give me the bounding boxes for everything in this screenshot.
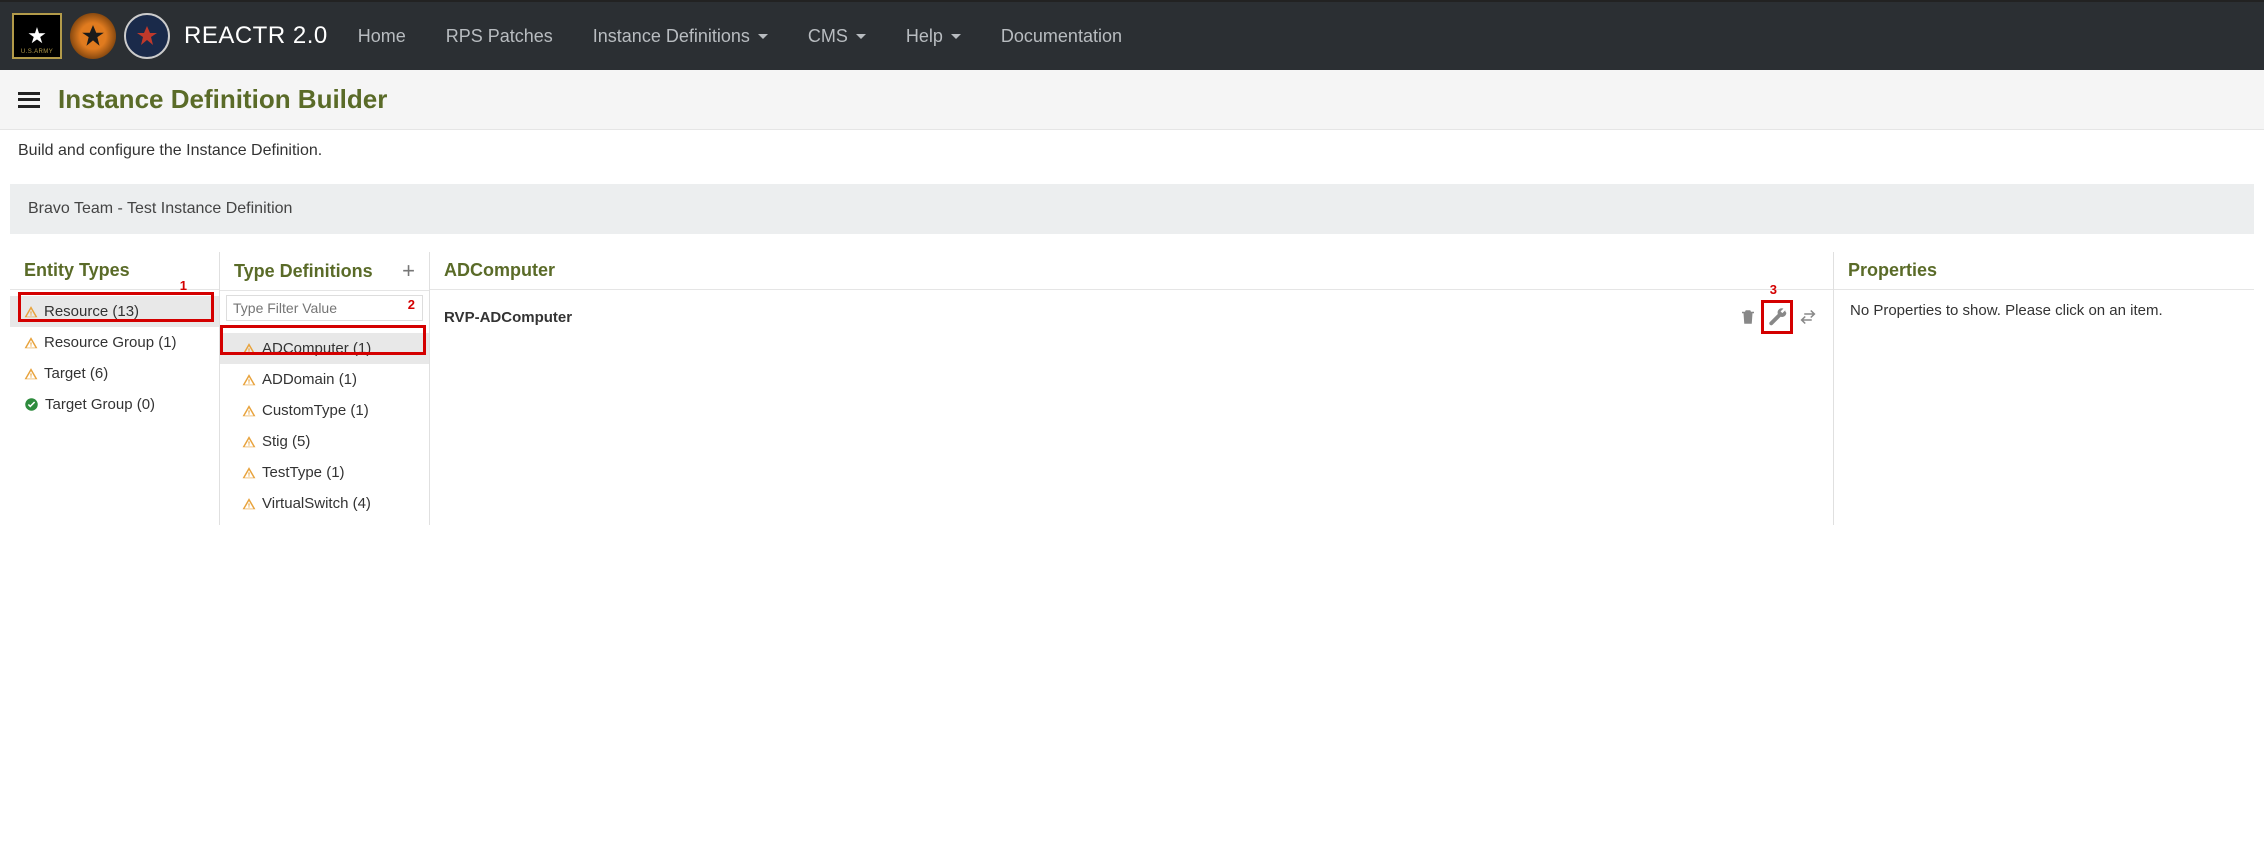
warning-icon — [242, 497, 256, 511]
builder-columns: Entity Types 1 Resource (13) Resource Gr… — [10, 252, 2254, 525]
add-type-definition-button[interactable]: + — [402, 260, 415, 282]
typedef-item-label: ADComputer (1) — [262, 340, 371, 357]
detail-actions: 3 — [1737, 306, 1819, 328]
typedef-item-addomain[interactable]: ADDomain (1) — [220, 364, 429, 395]
entity-item-resource-group[interactable]: Resource Group (1) — [10, 327, 219, 358]
brand-title: REACTR 2.0 — [184, 22, 328, 50]
warning-icon — [24, 367, 38, 381]
nav-links: Home RPS Patches Instance Definitions CM… — [358, 26, 1122, 47]
typedef-item-label: TestType (1) — [262, 464, 345, 481]
entity-item-target[interactable]: Target (6) — [10, 358, 219, 389]
typedef-item-testtype[interactable]: TestType (1) — [220, 457, 429, 488]
type-definitions-list: ADComputer (1) ADDomain (1) CustomType (… — [220, 327, 429, 525]
configure-button[interactable] — [1767, 306, 1789, 328]
properties-header: Properties — [1834, 252, 2254, 290]
nav-cms[interactable]: CMS — [808, 26, 866, 47]
annotation-3: 3 — [1770, 282, 1777, 297]
annotation-1: 1 — [180, 278, 187, 293]
page-description: Build and configure the Instance Definit… — [0, 130, 2264, 172]
warning-icon — [24, 336, 38, 350]
trash-icon — [1739, 308, 1757, 326]
entity-types-panel: Entity Types 1 Resource (13) Resource Gr… — [10, 252, 220, 525]
nav-help[interactable]: Help — [906, 26, 961, 47]
delete-button[interactable] — [1737, 306, 1759, 328]
typedef-item-label: Stig (5) — [262, 433, 310, 450]
detail-row-name: RVP-ADComputer — [444, 309, 572, 326]
tertiary-logo — [124, 13, 170, 59]
swap-icon — [1799, 308, 1817, 326]
typedef-item-label: ADDomain (1) — [262, 371, 357, 388]
swap-button[interactable] — [1797, 306, 1819, 328]
typedef-item-adcomputer[interactable]: ADComputer (1) — [220, 333, 429, 364]
navbar: ★U.S.ARMY REACTR 2.0 Home RPS Patches In… — [0, 0, 2264, 70]
warning-icon — [24, 305, 38, 319]
entity-item-target-group[interactable]: Target Group (0) — [10, 389, 219, 420]
detail-header: ADComputer — [430, 252, 1833, 290]
typedef-item-label: CustomType (1) — [262, 402, 369, 419]
entity-item-label: Target Group (0) — [45, 396, 155, 413]
typedef-item-virtualswitch[interactable]: VirtualSwitch (4) — [220, 488, 429, 519]
warning-icon — [242, 373, 256, 387]
army-logo: ★U.S.ARMY — [12, 13, 62, 59]
warning-icon — [242, 466, 256, 480]
properties-empty-message: No Properties to show. Please click on a… — [1834, 290, 2254, 331]
entity-item-label: Resource (13) — [44, 303, 139, 320]
annotation-2: 2 — [408, 297, 415, 312]
type-definitions-header: Type Definitions + — [220, 252, 429, 291]
entity-item-resource[interactable]: Resource (13) — [10, 296, 219, 327]
type-filter-input[interactable] — [226, 295, 423, 321]
typedef-item-customtype[interactable]: CustomType (1) — [220, 395, 429, 426]
nav-instance-definitions[interactable]: Instance Definitions — [593, 26, 768, 47]
entity-item-label: Target (6) — [44, 365, 108, 382]
warning-icon — [242, 404, 256, 418]
breadcrumb: Bravo Team - Test Instance Definition — [10, 184, 2254, 234]
detail-body: RVP-ADComputer 3 — [430, 290, 1833, 344]
secondary-logo — [70, 13, 116, 59]
type-definitions-title: Type Definitions — [234, 261, 373, 282]
wrench-icon — [1768, 307, 1788, 327]
page-title: Instance Definition Builder — [58, 84, 387, 115]
detail-row: RVP-ADComputer 3 — [444, 300, 1819, 334]
type-definitions-panel: Type Definitions + 2 ADComputer (1) ADDo… — [220, 252, 430, 525]
properties-panel: Properties No Properties to show. Please… — [1834, 252, 2254, 525]
properties-title: Properties — [1848, 260, 1937, 281]
nav-rps[interactable]: RPS Patches — [446, 26, 553, 47]
entity-types-header: Entity Types — [10, 252, 219, 290]
entity-types-list: 1 Resource (13) Resource Group (1) Targe… — [10, 290, 219, 426]
subheader: Instance Definition Builder — [0, 70, 2264, 130]
typedef-item-stig[interactable]: Stig (5) — [220, 426, 429, 457]
detail-panel: ADComputer RVP-ADComputer 3 — [430, 252, 1834, 525]
warning-icon — [242, 342, 256, 356]
warning-icon — [242, 435, 256, 449]
menu-toggle-icon[interactable] — [18, 92, 40, 108]
entity-types-title: Entity Types — [24, 260, 130, 281]
type-filter-wrap: 2 — [220, 291, 429, 327]
nav-home[interactable]: Home — [358, 26, 406, 47]
typedef-item-label: VirtualSwitch (4) — [262, 495, 371, 512]
nav-documentation[interactable]: Documentation — [1001, 26, 1122, 47]
check-circle-icon — [24, 397, 39, 412]
detail-title: ADComputer — [444, 260, 555, 281]
entity-item-label: Resource Group (1) — [44, 334, 177, 351]
navbar-logos: ★U.S.ARMY — [12, 13, 170, 59]
